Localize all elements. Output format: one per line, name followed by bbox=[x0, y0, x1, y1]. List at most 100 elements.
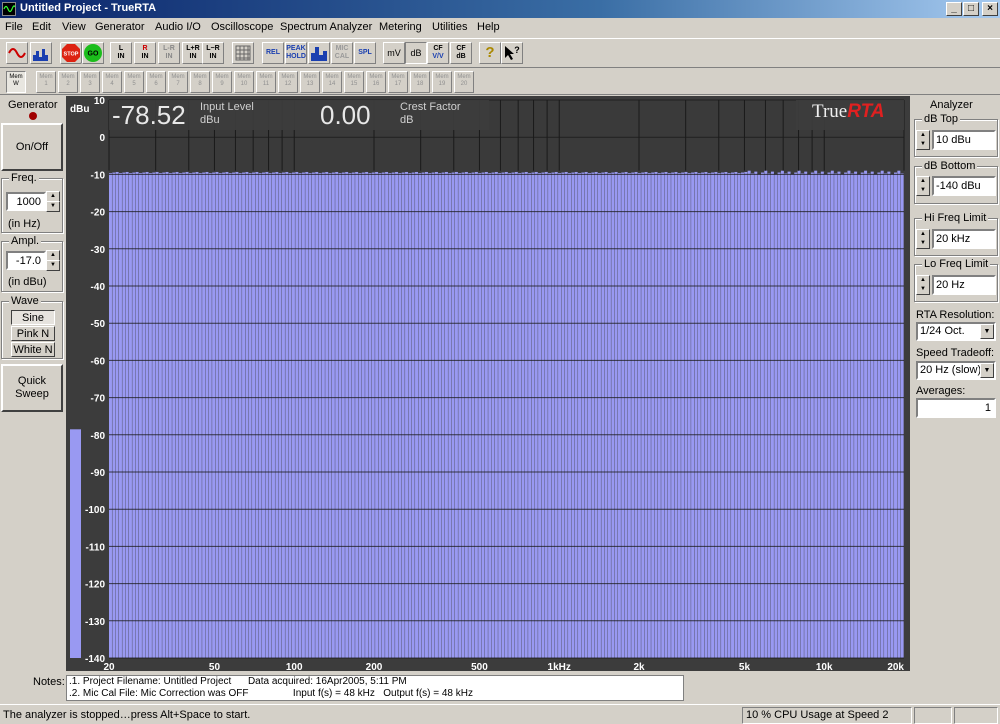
frequency-input[interactable]: 1000 bbox=[6, 192, 46, 211]
grid-button[interactable] bbox=[232, 42, 254, 64]
amplitude-input[interactable]: -17.0 bbox=[6, 251, 46, 270]
averages-input[interactable]: 1 bbox=[916, 398, 996, 418]
memory-slot-button[interactable]: Mem 1 bbox=[36, 71, 56, 93]
db-button[interactable]: dB bbox=[405, 42, 427, 64]
menu-audio-io[interactable]: Audio I/O bbox=[155, 21, 201, 33]
spectrum-bar bbox=[770, 171, 774, 659]
db-bottom-spinner[interactable]: ▲ ▼ bbox=[916, 176, 930, 196]
spectrum-bar bbox=[328, 173, 332, 658]
spectrum-bar bbox=[518, 173, 522, 658]
memory-slot-button[interactable]: Mem 14 bbox=[322, 71, 342, 93]
menu-oscilloscope[interactable]: Oscilloscope bbox=[211, 21, 273, 33]
memory-label: 20 bbox=[460, 81, 468, 87]
mv-button[interactable]: mV bbox=[383, 42, 405, 64]
frequency-label: Freq. bbox=[9, 172, 39, 184]
chevron-down-icon[interactable]: ▼ bbox=[980, 324, 994, 339]
crest-factor-vv-button[interactable]: CF V/V bbox=[427, 42, 449, 64]
memory-slot-button[interactable]: Mem 15 bbox=[344, 71, 364, 93]
menu-file[interactable]: File bbox=[5, 21, 23, 33]
menu-edit[interactable]: Edit bbox=[32, 21, 51, 33]
quick-sweep-button[interactable]: Quick Sweep bbox=[1, 364, 63, 412]
go-button[interactable]: GO bbox=[82, 42, 104, 64]
db-top-input[interactable]: 10 dBu bbox=[932, 130, 996, 150]
spectrum-bar bbox=[621, 172, 625, 658]
rta-resolution-select[interactable]: 1/24 Oct. ▼ bbox=[916, 322, 996, 341]
wave-white-noise-button[interactable]: White N bbox=[11, 342, 55, 357]
right-input-button[interactable]: R IN bbox=[134, 42, 156, 64]
left-input-button[interactable]: L IN bbox=[110, 42, 132, 64]
menu-utilities[interactable]: Utilities bbox=[432, 21, 467, 33]
menu-view[interactable]: View bbox=[62, 21, 86, 33]
wave-pink-noise-button[interactable]: Pink N bbox=[11, 326, 55, 341]
memory-label: 6 bbox=[154, 81, 158, 87]
l-minus-r-input-button[interactable]: L-R IN bbox=[158, 42, 180, 64]
spectrum-bar bbox=[657, 173, 661, 658]
help-button[interactable]: ? bbox=[479, 42, 501, 64]
hi-freq-spinner[interactable]: ▲ ▼ bbox=[916, 229, 930, 249]
crest-factor-db-button[interactable]: CF dB bbox=[450, 42, 472, 64]
db-top-spinner[interactable]: ▲ ▼ bbox=[916, 130, 930, 150]
speed-tradeoff-select[interactable]: 20 Hz (slow) ▼ bbox=[916, 361, 996, 380]
memory-slot-button[interactable]: Mem 6 bbox=[146, 71, 166, 93]
spectrum-bar bbox=[551, 172, 555, 658]
menu-help[interactable]: Help bbox=[477, 21, 500, 33]
mic-cal-button[interactable]: MIC CAL bbox=[331, 42, 353, 64]
spectrum-bar bbox=[711, 172, 715, 658]
menu-spectrum-analyzer[interactable]: Spectrum Analyzer bbox=[280, 21, 372, 33]
chevron-down-icon[interactable]: ▼ bbox=[980, 363, 994, 378]
memory-slot-button[interactable]: Mem 3 bbox=[80, 71, 100, 93]
hi-freq-input[interactable]: 20 kHz bbox=[932, 229, 996, 249]
memory-slot-button[interactable]: Mem 13 bbox=[300, 71, 320, 93]
spectrum-bar bbox=[484, 171, 488, 658]
memory-slot-button[interactable]: Mem 20 bbox=[454, 71, 474, 93]
wave-sine-button[interactable]: Sine bbox=[11, 310, 55, 325]
memory-slot-button[interactable]: Mem 18 bbox=[410, 71, 430, 93]
lo-freq-spinner[interactable]: ▲ ▼ bbox=[916, 275, 930, 295]
menu-metering[interactable]: Metering bbox=[379, 21, 422, 33]
spl-button[interactable]: SPL bbox=[354, 42, 376, 64]
context-help-button[interactable]: ? bbox=[501, 42, 523, 64]
frequency-down-spinner[interactable]: ▼ bbox=[46, 201, 60, 212]
rta-view-button[interactable] bbox=[30, 42, 52, 64]
l-minus-r-diff-input-button[interactable]: L−R IN bbox=[202, 42, 224, 64]
lo-freq-input[interactable]: 20 Hz bbox=[932, 275, 996, 295]
minimize-button[interactable]: _ bbox=[946, 2, 962, 16]
memory-slot-button[interactable]: Mem 5 bbox=[124, 71, 144, 93]
spectrum-bar bbox=[318, 173, 322, 658]
spectrum-bar bbox=[218, 173, 222, 658]
spectrum-bar bbox=[448, 173, 452, 658]
bar-view-button[interactable] bbox=[308, 42, 330, 64]
stop-button[interactable]: STOP bbox=[60, 42, 82, 64]
generator-on-off-button[interactable]: On/Off bbox=[1, 123, 63, 171]
amplitude-down-spinner[interactable]: ▼ bbox=[46, 260, 60, 271]
spectrum-bar bbox=[418, 173, 422, 658]
memory-slot-button[interactable]: Mem 19 bbox=[432, 71, 452, 93]
peak-hold-button[interactable]: PEAK HOLD bbox=[285, 42, 307, 64]
maximize-button[interactable]: □ bbox=[963, 2, 979, 16]
menu-generator[interactable]: Generator bbox=[95, 21, 145, 33]
db-bottom-input[interactable]: -140 dBu bbox=[932, 176, 996, 196]
close-button[interactable]: × bbox=[982, 2, 998, 16]
cpu-usage: 10 % CPU Usage at Speed 2 bbox=[742, 707, 912, 724]
app-icon[interactable] bbox=[2, 2, 16, 16]
y-axis-label: dBu bbox=[70, 104, 89, 115]
spectrum-bar bbox=[717, 173, 721, 658]
memory-slot-button[interactable]: Mem 17 bbox=[388, 71, 408, 93]
memory-slot-button[interactable]: Mem 7 bbox=[168, 71, 188, 93]
x-tick-label: 2k bbox=[633, 662, 645, 671]
memory-slot-button[interactable]: Mem 16 bbox=[366, 71, 386, 93]
l-plus-r-input-button[interactable]: L+R IN bbox=[182, 42, 204, 64]
memory-slot-button[interactable]: Mem 8 bbox=[190, 71, 210, 93]
memory-working-button[interactable]: Mem W bbox=[6, 71, 26, 93]
memory-slot-button[interactable]: Mem 4 bbox=[102, 71, 122, 93]
spectrum-bar bbox=[205, 171, 209, 658]
memory-slot-button[interactable]: Mem 2 bbox=[58, 71, 78, 93]
memory-slot-button[interactable]: Mem 12 bbox=[278, 71, 298, 93]
memory-slot-button[interactable]: Mem 11 bbox=[256, 71, 276, 93]
memory-slot-button[interactable]: Mem 10 bbox=[234, 71, 254, 93]
memory-slot-button[interactable]: Mem 9 bbox=[212, 71, 232, 93]
spectrum-bar bbox=[388, 173, 392, 658]
generator-toggle-button[interactable] bbox=[6, 42, 28, 64]
notes-box[interactable]: .1. Project Filename: Untitled Project D… bbox=[66, 675, 684, 701]
relative-button[interactable]: REL bbox=[262, 42, 284, 64]
